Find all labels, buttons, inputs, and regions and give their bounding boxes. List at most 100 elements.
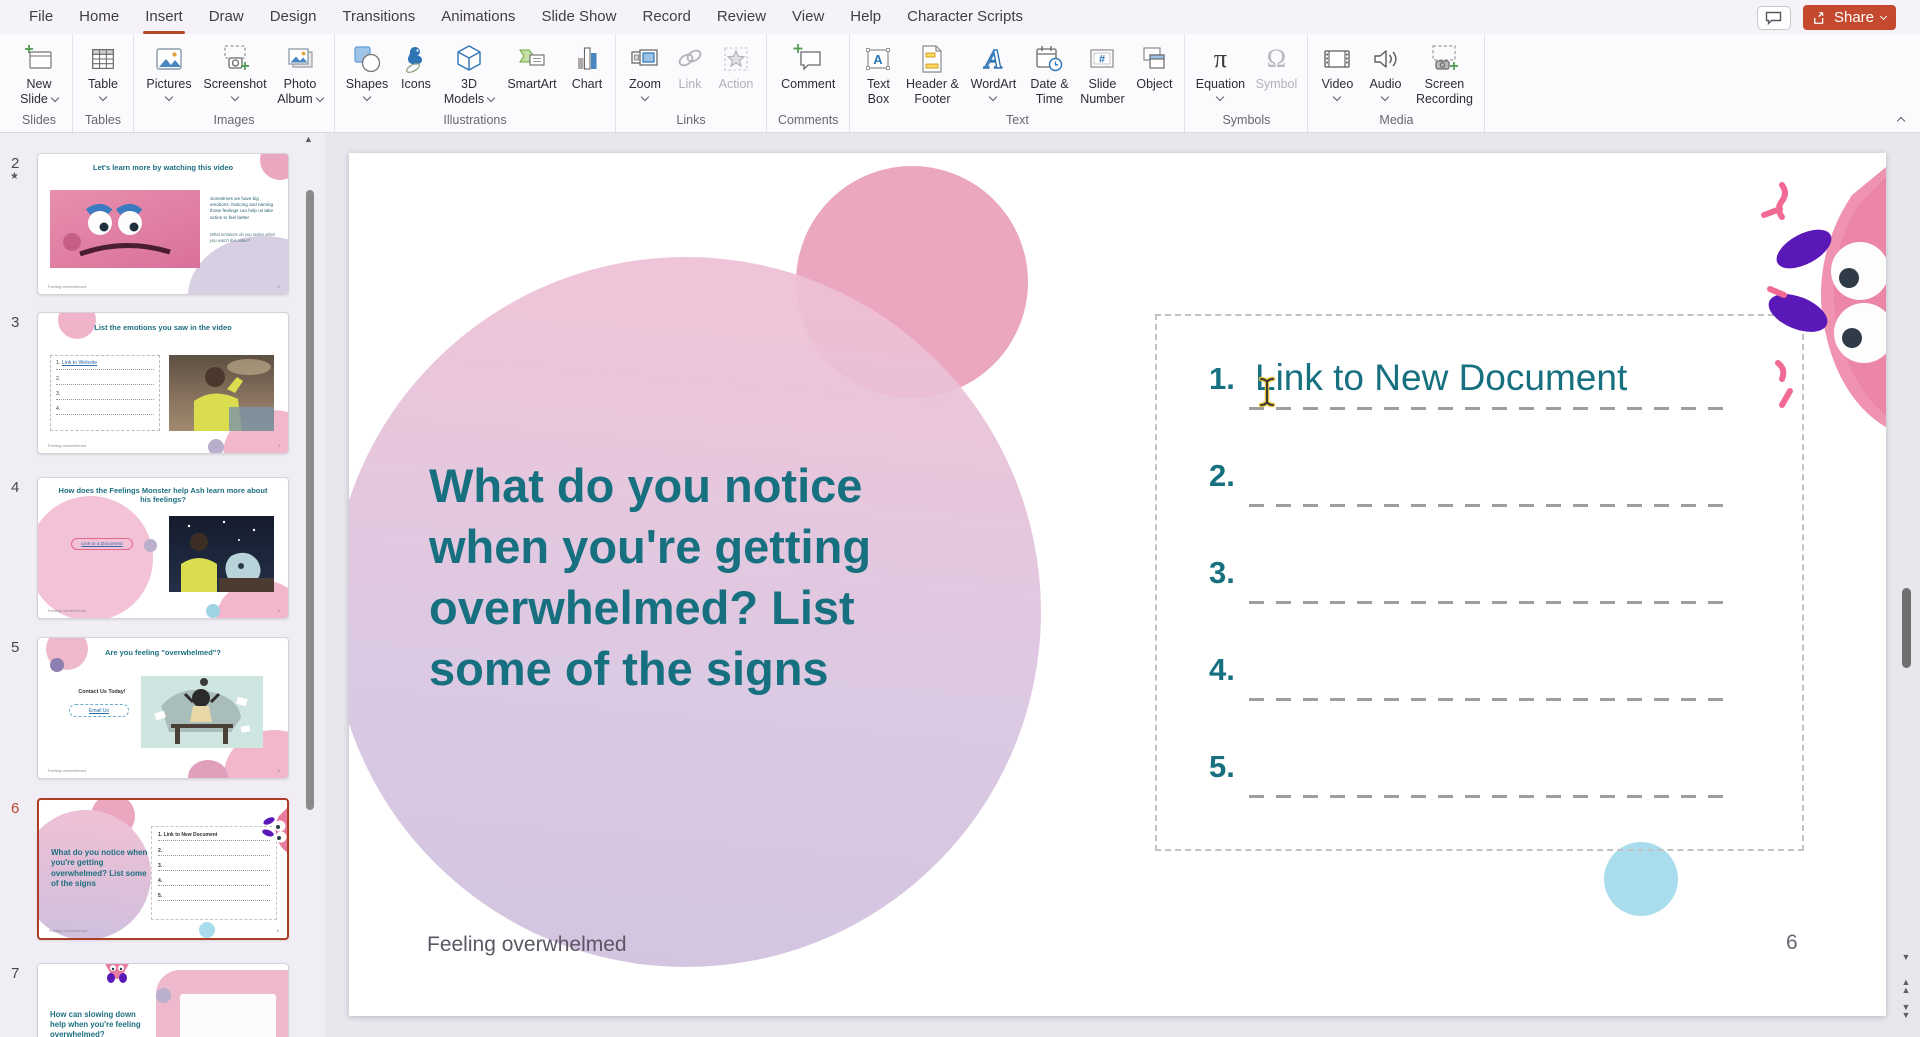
screenshot-button[interactable]: Screenshot xyxy=(199,37,271,100)
video-button[interactable]: Video xyxy=(1313,37,1361,100)
share-dropdown-icon[interactable] xyxy=(1880,12,1887,19)
thumb-number-3: 3 xyxy=(11,314,19,331)
equation-pi-icon: π xyxy=(1214,40,1227,77)
wordart-button[interactable]: A WordArt xyxy=(963,37,1023,100)
thumb4-link-pill: Link to a Document xyxy=(71,538,133,550)
thumb-number-2: 2 xyxy=(11,155,19,172)
slide-title[interactable]: What do you notice when you're getting o… xyxy=(429,455,871,699)
video-label: Video xyxy=(1322,77,1354,92)
dropdown-caret-icon[interactable] xyxy=(641,93,649,101)
dropdown-caret-icon[interactable] xyxy=(487,94,495,102)
main-scrollbar[interactable] xyxy=(1902,588,1911,668)
dropdown-caret-icon[interactable] xyxy=(231,93,239,101)
date-time-button[interactable]: Date & Time xyxy=(1023,37,1075,107)
dropdown-caret-icon[interactable] xyxy=(989,93,997,101)
comment-bubble-icon xyxy=(1765,11,1782,25)
thumbnail-slide-6-selected[interactable]: What do you notice when you're getting o… xyxy=(37,798,289,940)
zoom-button[interactable]: Zoom xyxy=(621,37,669,100)
table-button[interactable]: Table xyxy=(78,37,128,100)
ribbon-group-images: Pictures Screenshot Photo Album Images xyxy=(134,34,335,132)
equation-button[interactable]: π Equation xyxy=(1190,37,1250,100)
menu-review[interactable]: Review xyxy=(704,0,779,34)
pictures-button[interactable]: Pictures xyxy=(139,37,199,100)
ribbon-group-slides: New Slide Slides xyxy=(6,34,73,132)
decor-dot xyxy=(208,439,224,454)
dropdown-caret-icon[interactable] xyxy=(165,93,173,101)
3d-models-button[interactable]: 3D Models xyxy=(438,37,500,107)
collapse-ribbon-icon[interactable] xyxy=(1897,117,1905,125)
thumbnail-slide-5[interactable]: Are you feeling "overwhelmed"? Contact U… xyxy=(37,637,289,779)
previous-slide-icon[interactable]: ▲▲ xyxy=(1899,978,1913,994)
action-button: Action xyxy=(711,37,761,92)
shapes-button[interactable]: Shapes xyxy=(340,37,394,100)
thumb5-page-number: 5 xyxy=(278,768,280,773)
thumbnail-slide-3[interactable]: List the emotions you saw in the video 1… xyxy=(37,312,289,454)
comments-button[interactable] xyxy=(1757,6,1791,30)
text-box-button[interactable]: A Text Box xyxy=(855,37,901,107)
scroll-down-icon[interactable]: ▼ xyxy=(1899,953,1913,961)
menu-record[interactable]: Record xyxy=(629,0,703,34)
menu-help[interactable]: Help xyxy=(837,0,894,34)
menu-design[interactable]: Design xyxy=(257,0,330,34)
slide-editing-surface[interactable]: What do you notice when you're getting o… xyxy=(349,153,1886,1016)
header-footer-button[interactable]: Header & Footer xyxy=(901,37,963,107)
ribbon-group-tables: Table Tables xyxy=(73,34,134,132)
photo-album-button[interactable]: Photo Album xyxy=(271,37,329,107)
object-button[interactable]: Object xyxy=(1129,37,1179,92)
next-slide-icon[interactable]: ▼▼ xyxy=(1899,1003,1913,1019)
dropdown-caret-icon[interactable] xyxy=(363,93,371,101)
text-box-icon: A xyxy=(862,40,894,77)
menu-view[interactable]: View xyxy=(779,0,837,34)
menu-character-scripts[interactable]: Character Scripts xyxy=(894,0,1036,34)
slide-number-button[interactable]: # Slide Number xyxy=(1075,37,1129,107)
decor-circle xyxy=(188,236,289,295)
new-slide-button[interactable]: New Slide xyxy=(11,37,67,107)
screenshot-icon xyxy=(219,40,251,77)
menu-draw[interactable]: Draw xyxy=(196,0,257,34)
ribbon: New Slide Slides Table Tables Pictures xyxy=(0,34,1920,133)
list-item-1-link-text[interactable]: Link to New Document xyxy=(1255,357,1627,399)
animation-star-icon: ★ xyxy=(10,171,19,182)
list-number: 5. xyxy=(158,893,270,899)
decor-blue-circle xyxy=(1604,842,1678,916)
menu-insert[interactable]: Insert xyxy=(132,0,196,34)
menu-home[interactable]: Home xyxy=(66,0,132,34)
smartart-button[interactable]: SmartArt xyxy=(500,37,564,92)
dropdown-caret-icon[interactable] xyxy=(1381,93,1389,101)
dropdown-caret-icon[interactable] xyxy=(315,94,323,102)
thumb6-title: What do you notice when you're getting o… xyxy=(51,848,149,890)
menu-slide-show[interactable]: Slide Show xyxy=(528,0,629,34)
link-label: Link xyxy=(679,77,702,92)
dropdown-caret-icon[interactable] xyxy=(1216,93,1224,101)
link-button: Link xyxy=(669,37,711,92)
comment-button[interactable]: Comment xyxy=(774,37,842,92)
menu-animations[interactable]: Animations xyxy=(428,0,528,34)
menu-file[interactable]: File xyxy=(16,0,66,34)
slide-footer-text[interactable]: Feeling overwhelmed xyxy=(427,933,627,957)
share-button[interactable]: Share xyxy=(1803,5,1896,30)
symbol-label: Symbol xyxy=(1256,77,1298,92)
audio-button[interactable]: Audio xyxy=(1361,37,1409,100)
header-footer-label: Header & Footer xyxy=(904,77,960,107)
link-icon xyxy=(674,40,706,77)
thumb4-title: How does the Feelings Monster help Ash l… xyxy=(58,486,268,505)
slide-page-number[interactable]: 6 xyxy=(1786,931,1798,955)
dropdown-caret-icon[interactable] xyxy=(51,94,59,102)
ribbon-group-media: Video Audio Screen Recording Media xyxy=(1308,34,1485,132)
thumb3-page-number: 3 xyxy=(278,443,280,448)
dropdown-caret-icon[interactable] xyxy=(1333,93,1341,101)
thumbnail-scroll-up-icon[interactable]: ▲ xyxy=(304,134,313,144)
comment-label: Comment xyxy=(781,77,835,92)
menu-transitions[interactable]: Transitions xyxy=(329,0,428,34)
photo-album-label: Photo Album xyxy=(277,77,316,106)
icons-button[interactable]: Icons xyxy=(394,37,438,92)
thumbnail-slide-2[interactable]: Let's learn more by watching this video … xyxy=(37,153,289,295)
thumbnail-scrollbar[interactable] xyxy=(306,190,314,810)
dropdown-caret-icon[interactable] xyxy=(99,93,107,101)
chart-button[interactable]: Chart xyxy=(564,37,610,92)
share-icon xyxy=(1813,11,1827,25)
thumbnail-slide-7[interactable]: How can slowing down help when you're fe… xyxy=(37,963,289,1037)
list-number: 3. xyxy=(56,391,154,397)
screen-recording-button[interactable]: Screen Recording xyxy=(1409,37,1479,107)
thumbnail-slide-4[interactable]: How does the Feelings Monster help Ash l… xyxy=(37,477,289,619)
